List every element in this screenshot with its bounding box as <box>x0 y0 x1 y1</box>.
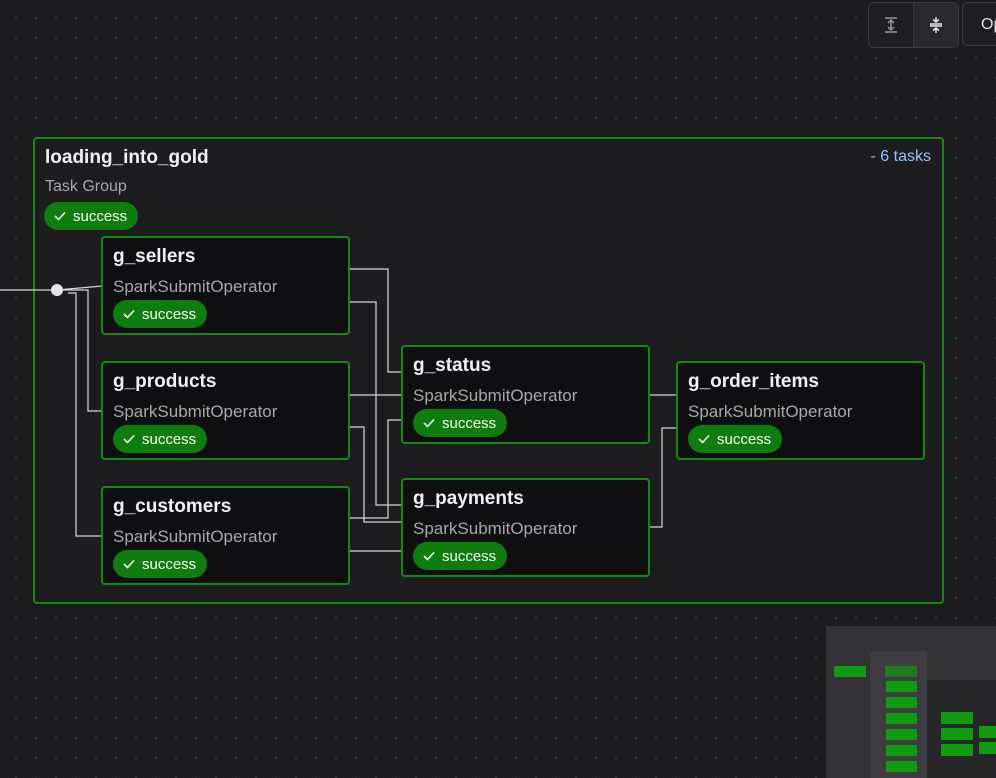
task-name: g_customers <box>113 496 232 517</box>
edge-sellers-payments <box>350 301 401 506</box>
minimap-node <box>941 744 973 756</box>
minimap-node <box>886 761 917 772</box>
check-icon <box>123 559 135 569</box>
minimap-node <box>886 697 917 708</box>
edge-to-g-products <box>62 289 102 412</box>
check-icon <box>423 551 435 561</box>
check-icon <box>423 418 435 428</box>
minimap-node <box>886 745 917 756</box>
status-badge: success <box>413 409 508 437</box>
task-name: g_payments <box>413 488 524 509</box>
status-label: success <box>717 430 772 448</box>
status-badge: success <box>413 542 508 570</box>
check-icon <box>123 309 135 319</box>
task-node-g-status[interactable]: g_status SparkSubmitOperator success <box>401 345 650 444</box>
task-node-g-sellers[interactable]: g_sellers SparkSubmitOperator success <box>101 236 350 335</box>
task-operator: SparkSubmitOperator <box>113 277 278 296</box>
status-label: success <box>142 305 197 323</box>
status-label: success <box>142 430 197 448</box>
status-badge: success <box>688 425 783 453</box>
minimap-node <box>886 729 917 740</box>
check-icon <box>123 434 135 444</box>
check-icon <box>698 434 710 444</box>
task-node-g-customers[interactable]: g_customers SparkSubmitOperator success <box>101 486 350 585</box>
minimap-node <box>885 666 917 677</box>
graph-minimap[interactable] <box>826 626 996 778</box>
status-label: success <box>142 555 197 573</box>
task-operator: SparkSubmitOperator <box>113 527 278 546</box>
task-name: g_order_items <box>688 371 819 392</box>
task-operator: SparkSubmitOperator <box>413 519 578 538</box>
task-name: g_sellers <box>113 246 196 267</box>
minimap-node <box>886 713 917 724</box>
status-label: success <box>442 414 497 432</box>
status-badge: success <box>113 300 208 328</box>
task-name: g_products <box>113 371 217 392</box>
minimap-node <box>834 666 866 677</box>
task-node-g-payments[interactable]: g_payments SparkSubmitOperator success <box>401 478 650 577</box>
minimap-node <box>941 712 973 724</box>
task-node-g-products[interactable]: g_products SparkSubmitOperator success <box>101 361 350 460</box>
status-badge: success <box>113 550 208 578</box>
task-operator: SparkSubmitOperator <box>113 402 278 421</box>
minimap-node <box>886 681 917 692</box>
status-badge: success <box>113 425 208 453</box>
edge-to-g-customers <box>68 292 102 537</box>
minimap-node <box>979 742 996 754</box>
task-operator: SparkSubmitOperator <box>688 402 853 421</box>
status-label: success <box>442 547 497 565</box>
edge-payments-order-items <box>650 427 677 528</box>
task-node-g-order-items[interactable]: g_order_items SparkSubmitOperator succes… <box>676 361 925 460</box>
task-operator: SparkSubmitOperator <box>413 386 578 405</box>
minimap-node <box>941 728 973 740</box>
edge-junction-dot <box>51 284 63 296</box>
task-name: g_status <box>413 355 492 376</box>
minimap-node <box>979 726 996 738</box>
